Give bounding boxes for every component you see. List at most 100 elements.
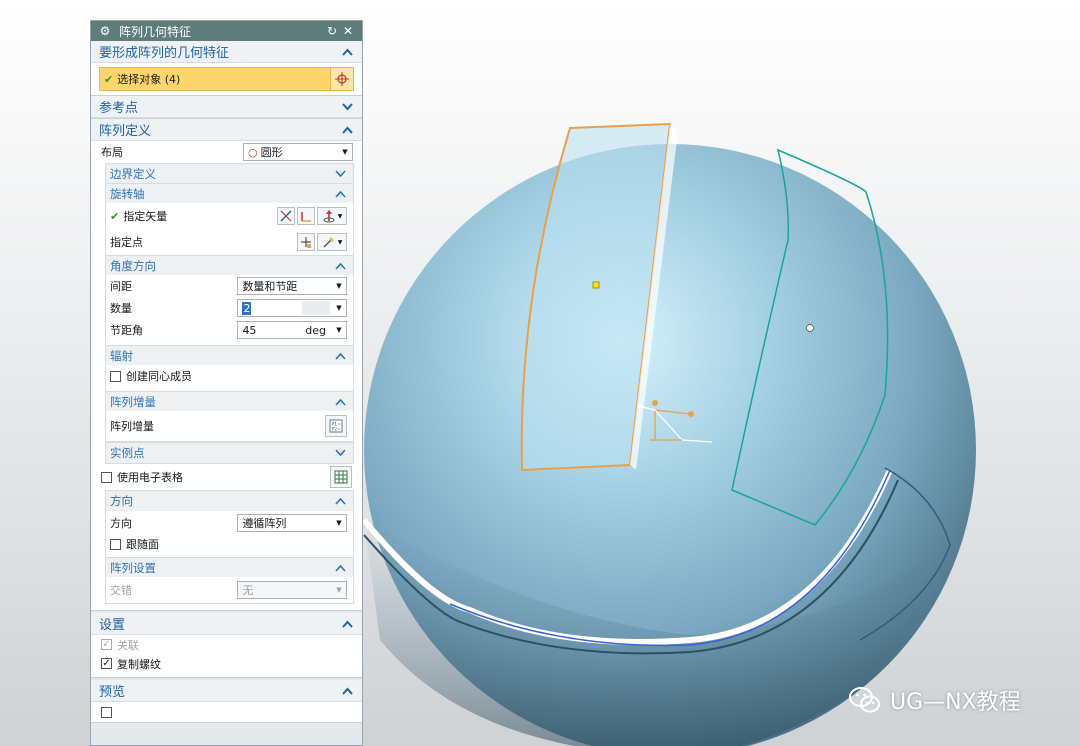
chevron-up-icon[interactable] [340, 45, 354, 59]
group-definition-title: 阵列定义 [99, 124, 152, 139]
direction-dropdown[interactable]: 遵循阵列 ▼ [237, 514, 347, 532]
sub-axis-title: 旋转轴 [110, 186, 145, 201]
pattern-increment-icon[interactable]: P1= P2= [325, 415, 347, 437]
copy-threads-checkbox[interactable]: ✓ [101, 658, 112, 669]
chevron-up-icon[interactable] [340, 617, 354, 631]
spreadsheet-label: 使用电子表格 [117, 471, 183, 484]
sub-pattern-settings-header[interactable]: 阵列设置 [106, 557, 353, 577]
close-icon[interactable]: ✕ [340, 24, 356, 38]
wechat-icon [849, 687, 880, 713]
group-settings-title: 设置 [99, 618, 126, 633]
direction-value: 遵循阵列 [242, 517, 287, 530]
sub-angle-header[interactable]: 角度方向 [106, 255, 353, 275]
layout-row: 布局 ○ 圆形 ▼ [91, 141, 362, 163]
concentric-checkbox[interactable] [110, 370, 121, 382]
watermark-text: UG—NX教程 [890, 690, 1021, 715]
check-icon: ✔ [104, 72, 114, 86]
group-features-title: 要形成阵列的几何特征 [99, 46, 230, 61]
sub-direction-title: 方向 [110, 494, 133, 508]
follow-face-checkbox[interactable] [110, 538, 121, 550]
sub-instance-header[interactable]: 实例点 [106, 443, 353, 463]
concentric-label: 创建同心成员 [126, 370, 192, 383]
pattern-geometry-dialog: ⚙ 阵列几何特征 ↻ ✕ 要形成阵列的几何特征 ✔ 选择对象 (4) 参考点 阵… [90, 20, 363, 746]
gear-icon[interactable]: ⚙ [97, 24, 113, 38]
chevron-down-icon[interactable] [333, 446, 347, 460]
layout-label: 布局 [101, 146, 123, 159]
sub-instance-title: 实例点 [110, 446, 145, 460]
check-icon: ✔ [110, 209, 120, 223]
chevron-up-icon[interactable] [333, 494, 347, 508]
chevron-up-icon[interactable] [340, 684, 354, 698]
copy-threads-label: 复制螺纹 [117, 657, 161, 671]
preview-checkbox[interactable] [101, 706, 112, 718]
circular-icon: ○ [248, 145, 258, 159]
crosshair-icon[interactable] [330, 68, 353, 90]
point-constructor-icon[interactable] [297, 233, 315, 251]
sub-radial-header[interactable]: 辐射 [106, 345, 353, 365]
group-features-header[interactable]: 要形成阵列的几何特征 [91, 41, 362, 63]
reverse-direction-icon[interactable] [277, 207, 295, 225]
increment-label: 阵列增量 [110, 420, 154, 433]
group-definition-header[interactable]: 阵列定义 [91, 119, 362, 141]
direction-row: 方向 遵循阵列 ▼ [106, 511, 353, 535]
dropdown-arrow-icon: ▼ [342, 148, 348, 156]
sub-boundary-header[interactable]: 边界定义 [106, 163, 353, 183]
count-row: 数量 2 ▼ [106, 297, 353, 319]
chevron-up-icon[interactable] [333, 187, 347, 201]
chevron-up-icon[interactable] [333, 561, 347, 575]
group-definition: 阵列定义 布局 ○ 圆形 ▼ 边界定义 旋转轴 ✔ 指定矢量 ▼ 指定点 ▼ 角… [91, 119, 362, 611]
preview-row [91, 702, 362, 722]
sub-increment-header[interactable]: 阵列增量 [106, 391, 353, 411]
follow-face-label: 跟随面 [126, 538, 159, 551]
count-spacer [302, 301, 330, 315]
pitch-angle-unit: deg [305, 323, 326, 337]
vector-type-dropdown[interactable]: ▼ [317, 207, 347, 225]
layout-dropdown[interactable]: ○ 圆形 ▼ [243, 143, 353, 161]
sub-direction-header[interactable]: 方向 [106, 491, 353, 511]
count-value: 2 [242, 301, 252, 315]
group-preview-header[interactable]: 预览 [91, 680, 362, 702]
count-input[interactable]: 2 ▼ [237, 299, 347, 317]
dropdown-arrow-icon: ▼ [336, 326, 342, 334]
spacing-value: 数量和节距 [242, 280, 298, 293]
dialog-titlebar: ⚙ 阵列几何特征 ↻ ✕ [91, 21, 362, 41]
group-reference-title: 参考点 [99, 101, 139, 116]
feature-center-point [592, 281, 600, 289]
chevron-up-icon[interactable] [340, 123, 354, 137]
specify-vector-label: 指定矢量 [123, 210, 168, 223]
select-object-row[interactable]: ✔ 选择对象 (4) [99, 67, 354, 91]
select-object-label: 选择对象 (4) [117, 73, 181, 86]
copy-threads-row: ✓ 复制螺纹 [91, 654, 362, 673]
group-settings: 设置 ✓ 关联 ✓ 复制螺纹 [91, 613, 362, 678]
stagger-dropdown[interactable]: 无 ▼ [237, 581, 347, 599]
associative-checkbox[interactable]: ✓ [101, 639, 112, 650]
group-settings-header[interactable]: 设置 [91, 613, 362, 635]
point-type-dropdown[interactable]: ▼ [317, 233, 347, 251]
sub-axis-header[interactable]: 旋转轴 [106, 183, 353, 203]
spacing-row: 间距 数量和节距 ▼ [106, 275, 353, 297]
chevron-down-icon[interactable] [333, 167, 347, 181]
sub-direction: 方向 方向 遵循阵列 ▼ 跟随面 阵列设置 交错 无 ▼ [105, 490, 354, 604]
dropdown-arrow-icon: ▼ [336, 304, 342, 312]
chevron-down-icon[interactable] [340, 100, 354, 114]
sub-angle-title: 角度方向 [110, 258, 156, 273]
sub-radial-title: 辐射 [110, 348, 133, 363]
spacing-dropdown[interactable]: 数量和节距 ▼ [237, 277, 347, 295]
specify-vector-row: ✔ 指定矢量 ▼ [106, 203, 353, 229]
spreadsheet-icon[interactable] [330, 466, 352, 488]
chevron-up-icon[interactable] [333, 349, 347, 363]
associative-label: 关联 [117, 638, 139, 652]
group-reference-header[interactable]: 参考点 [91, 96, 362, 118]
vector-constructor-icon[interactable] [297, 207, 315, 225]
spreadsheet-checkbox[interactable] [101, 471, 112, 483]
chevron-up-icon[interactable] [333, 259, 347, 273]
sub-pattern-settings-title: 阵列设置 [110, 560, 156, 575]
stagger-label: 交错 [110, 584, 132, 597]
count-label: 数量 [110, 302, 132, 315]
chevron-up-icon[interactable] [333, 395, 347, 409]
sub-instance: 实例点 [105, 442, 354, 464]
layout-value: 圆形 [260, 146, 283, 159]
pitch-angle-input[interactable]: 45 deg ▼ [237, 321, 347, 339]
pitch-angle-value: 45 [242, 323, 257, 337]
reset-icon[interactable]: ↻ [324, 24, 340, 38]
